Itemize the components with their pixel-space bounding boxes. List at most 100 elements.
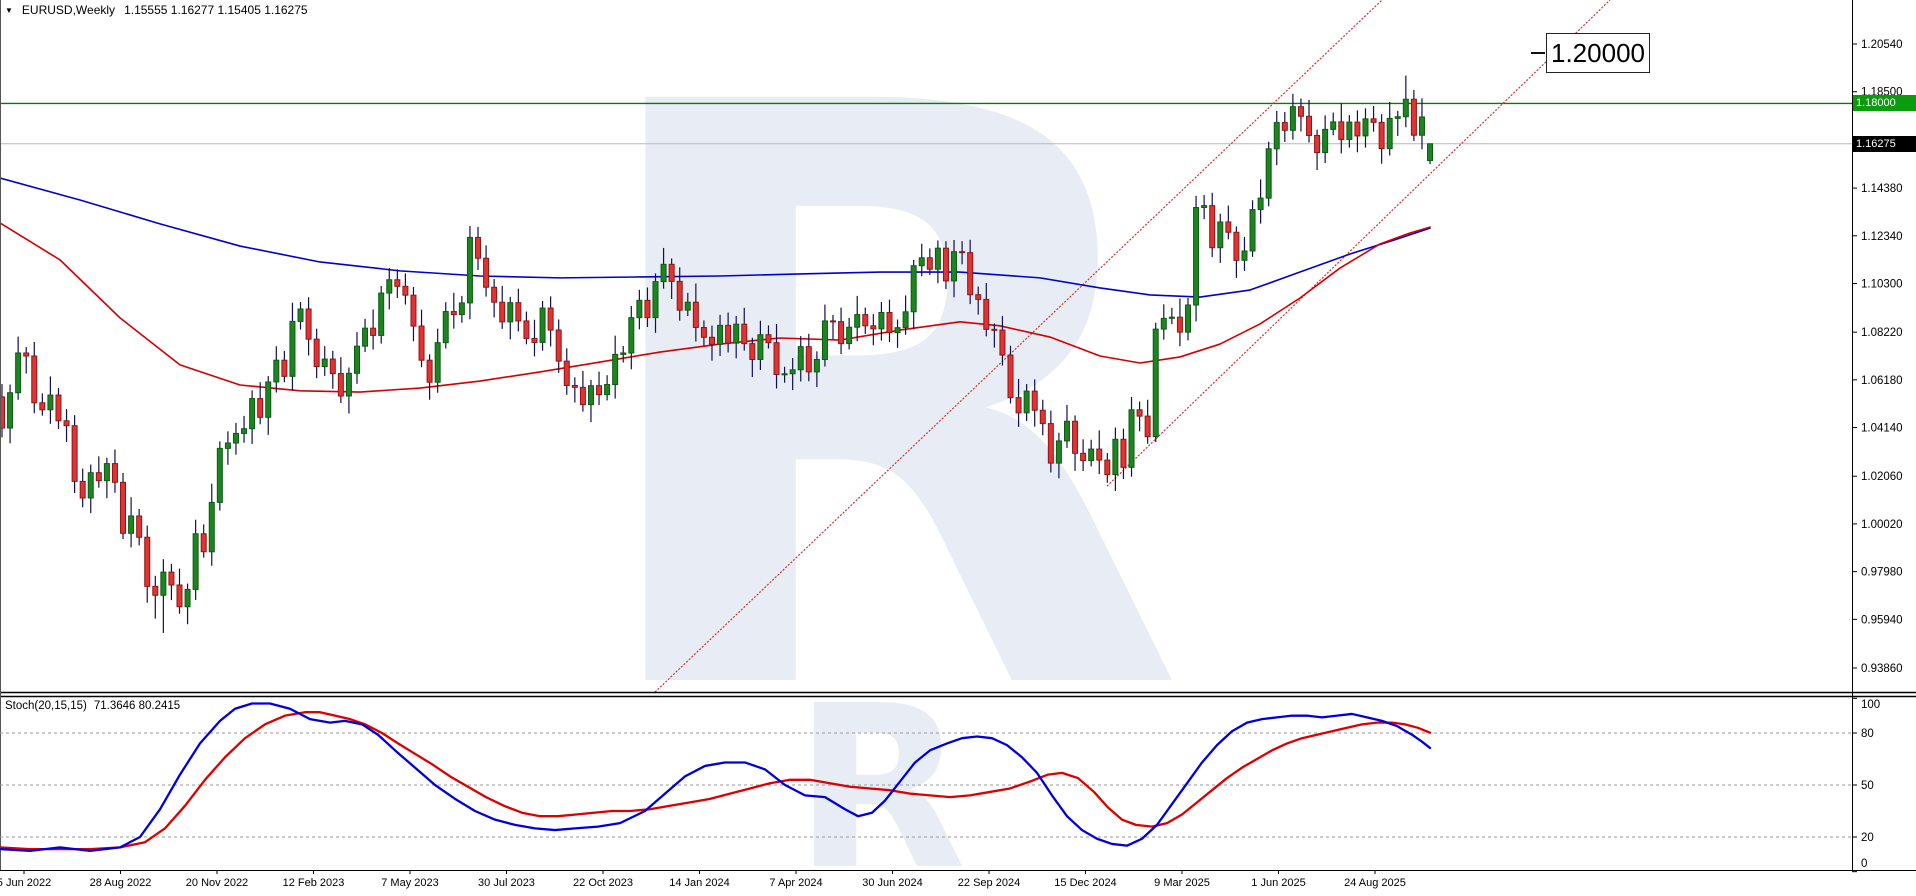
candle-down: [80, 481, 85, 498]
candle-up: [718, 325, 723, 344]
candle-up: [782, 374, 787, 375]
candle-down: [960, 252, 965, 253]
candle-down: [742, 324, 747, 343]
candle-down: [1315, 135, 1320, 152]
candle-up: [790, 370, 795, 374]
candle-up: [1024, 391, 1029, 413]
price-axis-label: 1.20540: [1861, 39, 1903, 51]
price-axis-label: 1.00020: [1861, 519, 1903, 531]
candle-up: [435, 343, 440, 383]
candle-up: [734, 324, 739, 343]
candle-up: [1274, 123, 1279, 149]
date-axis-label: 28 Aug 2022: [90, 877, 152, 889]
candle-up: [1089, 449, 1094, 460]
candle-down: [169, 572, 174, 585]
candle-down: [524, 321, 529, 339]
candle-up: [1169, 317, 1174, 318]
candle-down: [968, 253, 973, 295]
price-axis-label: 1.04140: [1861, 423, 1903, 435]
candle-up: [193, 534, 198, 590]
candle-down: [1379, 122, 1384, 148]
candle-down: [871, 326, 876, 329]
price-axis-label: 0.95940: [1861, 614, 1903, 626]
candle-down: [201, 534, 206, 552]
candle-down: [766, 335, 771, 343]
candle-down: [403, 286, 408, 295]
candle-down: [492, 287, 497, 302]
candle-down: [839, 322, 844, 344]
candle-down: [1016, 398, 1021, 413]
candle-up: [129, 516, 134, 533]
candle-up: [379, 293, 384, 335]
candle-down: [1355, 122, 1360, 136]
ohlc-quote-label: 1.15555 1.16277 1.15405 1.16275: [124, 3, 308, 17]
candle-down: [516, 303, 521, 321]
candle-up: [1250, 210, 1255, 251]
stoch-axis-label: 80: [1861, 728, 1874, 740]
candle-down: [645, 300, 650, 317]
level-price-tag-green[interactable]: 1.18000: [1853, 95, 1916, 111]
chart-title: ▼ EURUSD,Weekly 1.15555 1.16277 1.15405 …: [5, 3, 308, 17]
candle-down: [726, 325, 731, 343]
stoch-axis: 1008050200: [1852, 698, 1880, 871]
price-axis-label: 0.97980: [1861, 567, 1903, 579]
candle-down: [314, 339, 319, 366]
candle-up: [588, 386, 593, 405]
candle-down: [153, 586, 158, 595]
collapse-triangle-icon[interactable]: ▼: [5, 6, 13, 15]
candle-up: [1363, 119, 1368, 136]
candle-up: [290, 321, 295, 376]
chart-window[interactable]: RR1.205401.185001.143801.123401.103001.0…: [0, 0, 1916, 896]
candle-down: [395, 280, 400, 287]
price-axis-label: 0.93860: [1861, 663, 1903, 675]
candle-up: [1331, 122, 1336, 129]
candle-down: [693, 302, 698, 327]
price-chart-svg[interactable]: RR1.205401.185001.143801.123401.103001.0…: [0, 0, 1916, 896]
candle-up: [895, 328, 900, 333]
candle-up: [322, 359, 327, 366]
price-annotation-label[interactable]: 1.20000: [1546, 33, 1650, 73]
candle-up: [919, 258, 924, 266]
candle-up: [346, 373, 351, 396]
candle-down: [1298, 107, 1303, 117]
candle-down: [1177, 317, 1182, 332]
candle-up: [758, 335, 763, 360]
candle-up: [508, 303, 513, 322]
candle-up: [1113, 439, 1118, 474]
candle-down: [56, 395, 61, 421]
candle-down: [597, 386, 602, 395]
candle-down: [1411, 99, 1416, 135]
candle-up: [354, 346, 359, 373]
candle-up: [661, 264, 666, 281]
candle-down: [1081, 453, 1086, 460]
candle-down: [419, 326, 424, 360]
candle-up: [613, 354, 618, 384]
candle-up: [274, 360, 279, 382]
candle-up: [1428, 144, 1433, 161]
candle-up: [459, 303, 464, 315]
candle-down: [1048, 424, 1053, 464]
candle-up: [1064, 421, 1069, 441]
candle-up: [935, 248, 940, 269]
candle-up: [1161, 318, 1166, 329]
candle-up: [1395, 117, 1400, 119]
candle-up: [685, 302, 690, 310]
candle-up: [387, 280, 392, 293]
candle-down: [371, 328, 376, 335]
candle-up: [814, 360, 819, 372]
candle-down: [1040, 410, 1045, 423]
candle-down: [411, 295, 416, 326]
candle-up: [363, 328, 368, 346]
date-axis-label: 30 Jul 2023: [478, 877, 535, 889]
candle-down: [306, 309, 311, 339]
candle-down: [1073, 421, 1078, 453]
candle-down: [451, 312, 456, 315]
candle-down: [669, 264, 674, 281]
candle-down: [1282, 123, 1287, 131]
date-axis-label: 30 Jun 2024: [862, 877, 923, 889]
candle-up: [88, 473, 93, 498]
candle-up: [1153, 329, 1158, 437]
current-price-tag: 1.16275: [1853, 136, 1916, 152]
date-axis-label: 7 May 2023: [381, 877, 438, 889]
candle-down: [32, 356, 37, 403]
